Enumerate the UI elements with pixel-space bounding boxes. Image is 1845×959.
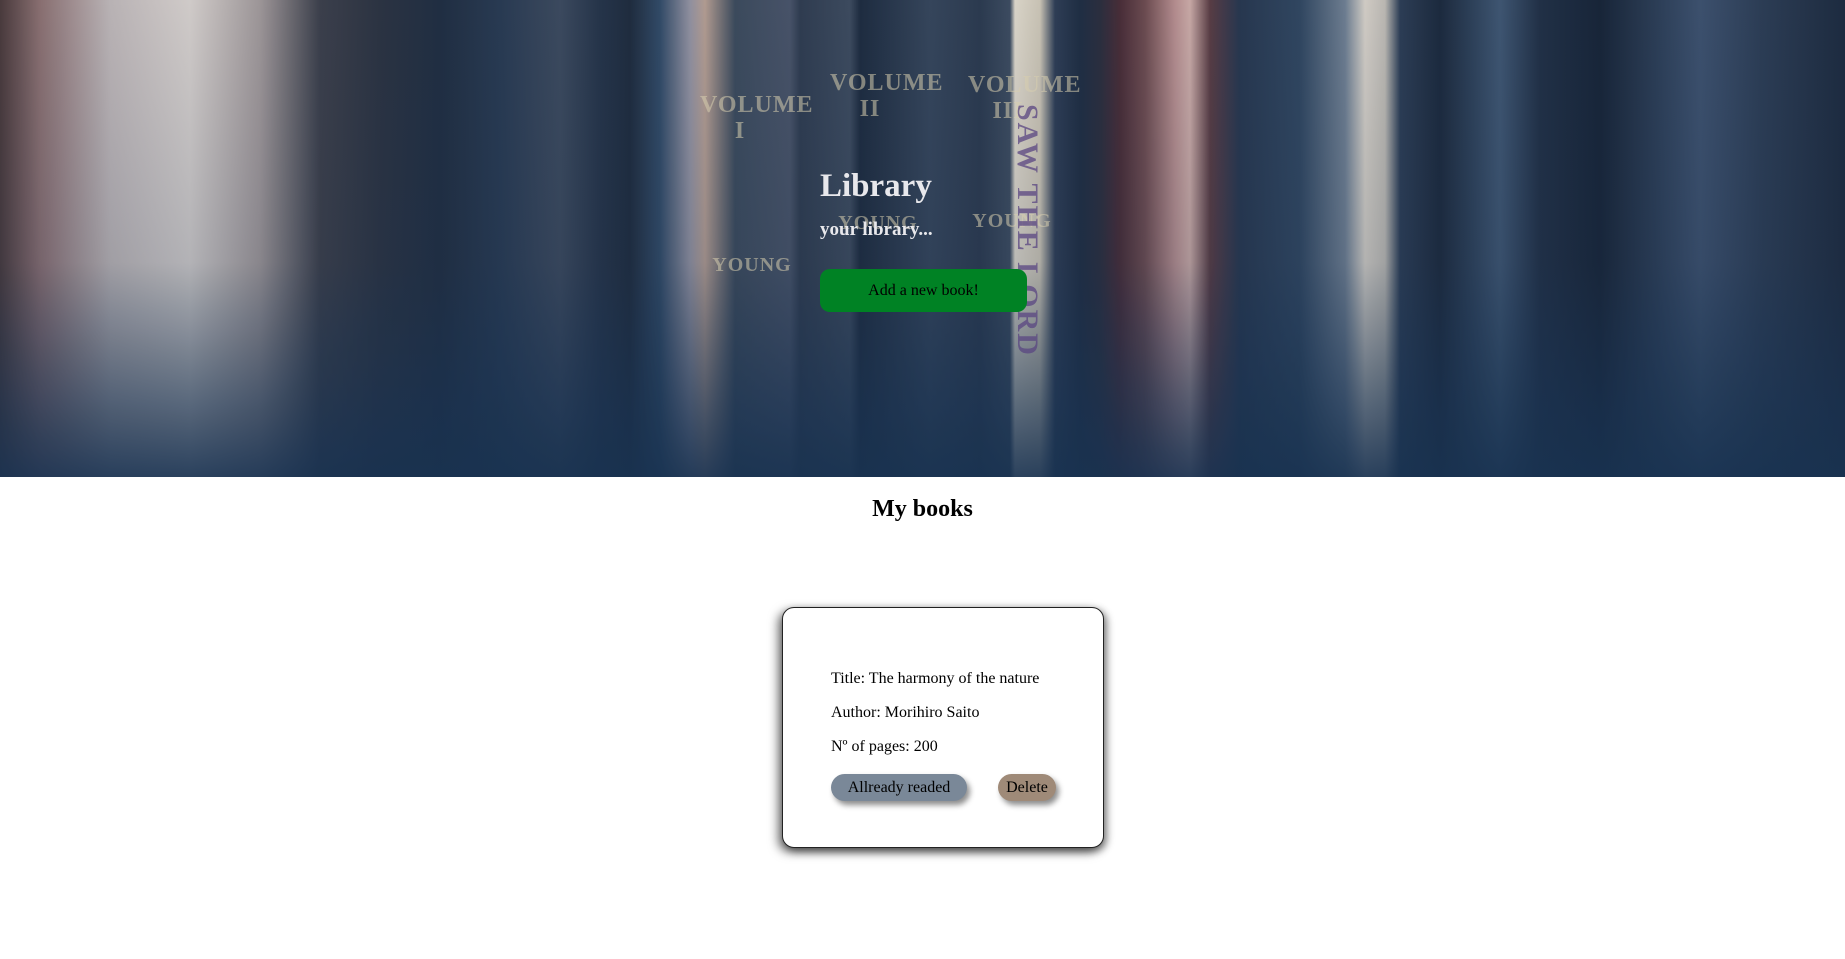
add-book-button[interactable]: Add a new book!	[820, 269, 1027, 312]
delete-book-button[interactable]: Delete	[998, 774, 1056, 801]
my-books-heading: My books	[872, 496, 973, 522]
hero-banner: VOLUME II VOLUME III VOLUME I YOUNG YOUNG Y…	[0, 0, 1845, 477]
book-spine-label: YOUNG	[712, 254, 792, 276]
book-title: Title: The harmony of the nature	[831, 670, 1040, 687]
book-pages: Nº of pages: 200	[831, 738, 938, 755]
hero-content: Library your library... Add a new book!	[820, 168, 1120, 312]
book-card: Title: The harmony of the nature Author:…	[782, 607, 1104, 848]
books-container: Title: The harmony of the nature Author:…	[0, 523, 1845, 923]
book-spine-label: VOLUME I	[700, 92, 814, 144]
book-spine-label: VOLUME II	[830, 70, 944, 122]
book-author: Author: Morihiro Saito	[831, 704, 980, 721]
read-status-button[interactable]: Allready readed	[831, 774, 967, 801]
page-title: Library	[820, 168, 932, 204]
page-subtitle: your library...	[820, 219, 933, 240]
